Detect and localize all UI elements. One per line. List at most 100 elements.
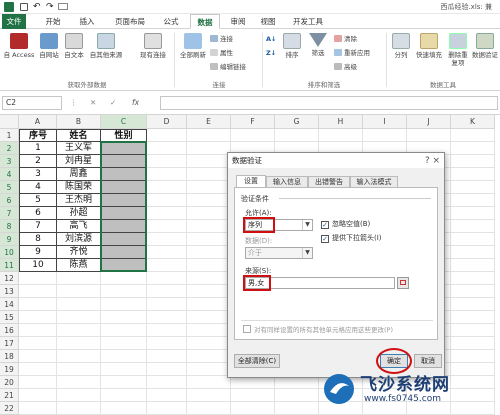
cell-a7[interactable]: 6: [19, 207, 57, 220]
clear-all-button[interactable]: 全部清除(C): [234, 354, 280, 368]
row-header-19[interactable]: 19: [0, 363, 19, 376]
cell-k14[interactable]: [451, 298, 495, 311]
cell-a10[interactable]: 9: [19, 246, 57, 259]
tab-file[interactable]: 文件: [2, 14, 26, 29]
row-header-22[interactable]: 22: [0, 402, 19, 415]
cell-k3[interactable]: [451, 155, 495, 168]
undo-icon[interactable]: ↶: [33, 2, 43, 12]
cell-b2[interactable]: 王义军: [57, 142, 101, 155]
row-header-17[interactable]: 17: [0, 337, 19, 350]
redo-icon[interactable]: ↷: [46, 2, 56, 12]
cell-e11[interactable]: [187, 259, 231, 272]
column-header-d[interactable]: D: [147, 115, 187, 129]
data-validation-button[interactable]: 数据验证: [472, 33, 498, 59]
row-header-15[interactable]: 15: [0, 311, 19, 324]
cell-a16[interactable]: [19, 324, 57, 337]
row-header-1[interactable]: 1: [0, 129, 19, 142]
row-header-14[interactable]: 14: [0, 298, 19, 311]
row-header-10[interactable]: 10: [0, 246, 19, 259]
cell-e13[interactable]: [187, 285, 231, 298]
cell-k2[interactable]: [451, 142, 495, 155]
cell-a8[interactable]: 7: [19, 220, 57, 233]
cell-e16[interactable]: [187, 324, 231, 337]
row-header-2[interactable]: 2: [0, 142, 19, 155]
column-header-k[interactable]: K: [451, 115, 495, 129]
row-header-21[interactable]: 21: [0, 389, 19, 402]
cell-c17[interactable]: [101, 337, 147, 350]
cell-k17[interactable]: [451, 337, 495, 350]
cell-b8[interactable]: 高飞: [57, 220, 101, 233]
cell-h1[interactable]: [319, 129, 363, 142]
tab-insert[interactable]: 插入: [74, 14, 100, 29]
cell-g22[interactable]: [275, 402, 319, 415]
cell-d5[interactable]: [147, 181, 187, 194]
cell-k6[interactable]: [451, 194, 495, 207]
cell-k4[interactable]: [451, 168, 495, 181]
cell-b6[interactable]: 王杰明: [57, 194, 101, 207]
edit-links-button[interactable]: 编辑链接: [210, 62, 246, 72]
advanced-button[interactable]: 高级: [334, 62, 357, 72]
cell-b22[interactable]: [57, 402, 101, 415]
cell-e3[interactable]: [187, 155, 231, 168]
cell-d19[interactable]: [147, 363, 187, 376]
tab-formulas[interactable]: 公式: [158, 14, 184, 29]
in-cell-dropdown-checkbox[interactable]: ✓ 提供下拉箭头(I): [321, 233, 382, 243]
cell-b4[interactable]: 周鑫: [57, 168, 101, 181]
tab-view[interactable]: 视图: [256, 14, 280, 29]
cell-f22[interactable]: [231, 402, 275, 415]
cell-d2[interactable]: [147, 142, 187, 155]
row-header-9[interactable]: 9: [0, 233, 19, 246]
row-header-12[interactable]: 12: [0, 272, 19, 285]
cell-d14[interactable]: [147, 298, 187, 311]
row-header-7[interactable]: 7: [0, 207, 19, 220]
cell-k9[interactable]: [451, 233, 495, 246]
row-header-3[interactable]: 3: [0, 155, 19, 168]
cell-d18[interactable]: [147, 350, 187, 363]
tab-page-layout[interactable]: 页面布局: [108, 14, 152, 29]
cell-e19[interactable]: [187, 363, 231, 376]
apply-all-checkbox[interactable]: 对有同样设置的所有其他单元格应用这些更改(P): [243, 325, 393, 335]
cell-b15[interactable]: [57, 311, 101, 324]
sort-za-icon[interactable]: Z↓: [266, 48, 280, 58]
cell-e8[interactable]: [187, 220, 231, 233]
cell-d11[interactable]: [147, 259, 187, 272]
select-all-corner[interactable]: [0, 115, 19, 129]
cell-c19[interactable]: [101, 363, 147, 376]
ignore-blank-checkbox[interactable]: ✓ 忽略空值(B): [321, 219, 370, 229]
flash-fill-button[interactable]: 快速填充: [414, 33, 444, 59]
column-header-j[interactable]: J: [407, 115, 451, 129]
clear-button[interactable]: 清除: [334, 34, 357, 44]
row-header-5[interactable]: 5: [0, 181, 19, 194]
cell-e2[interactable]: [187, 142, 231, 155]
from-other-sources-button[interactable]: 自其他来源: [86, 33, 126, 59]
cell-e22[interactable]: [187, 402, 231, 415]
column-header-c[interactable]: C: [101, 115, 147, 129]
cell-e18[interactable]: [187, 350, 231, 363]
cell-g1[interactable]: [275, 129, 319, 142]
filter-button[interactable]: 筛选: [306, 33, 330, 57]
row-header-20[interactable]: 20: [0, 376, 19, 389]
column-header-b[interactable]: B: [57, 115, 101, 129]
connections-button[interactable]: 连接: [210, 34, 233, 44]
cell-b1[interactable]: 姓名: [57, 129, 101, 142]
cell-c13[interactable]: [101, 285, 147, 298]
cell-d3[interactable]: [147, 155, 187, 168]
cell-c16[interactable]: [101, 324, 147, 337]
tab-developer[interactable]: 开发工具: [288, 14, 328, 29]
range-select-icon[interactable]: [397, 277, 409, 289]
cell-c21[interactable]: [101, 389, 147, 402]
cell-e10[interactable]: [187, 246, 231, 259]
cell-a15[interactable]: [19, 311, 57, 324]
cell-d21[interactable]: [147, 389, 187, 402]
cell-a20[interactable]: [19, 376, 57, 389]
tab-review[interactable]: 审阅: [226, 14, 250, 29]
cell-b18[interactable]: [57, 350, 101, 363]
column-header-f[interactable]: F: [231, 115, 275, 129]
formula-bar-options-icon[interactable]: ⋮: [70, 96, 78, 110]
cell-a4[interactable]: 3: [19, 168, 57, 181]
cell-b10[interactable]: 齐悦: [57, 246, 101, 259]
cell-a1[interactable]: 序号: [19, 129, 57, 142]
cell-d16[interactable]: [147, 324, 187, 337]
cell-e15[interactable]: [187, 311, 231, 324]
cell-e21[interactable]: [187, 389, 231, 402]
